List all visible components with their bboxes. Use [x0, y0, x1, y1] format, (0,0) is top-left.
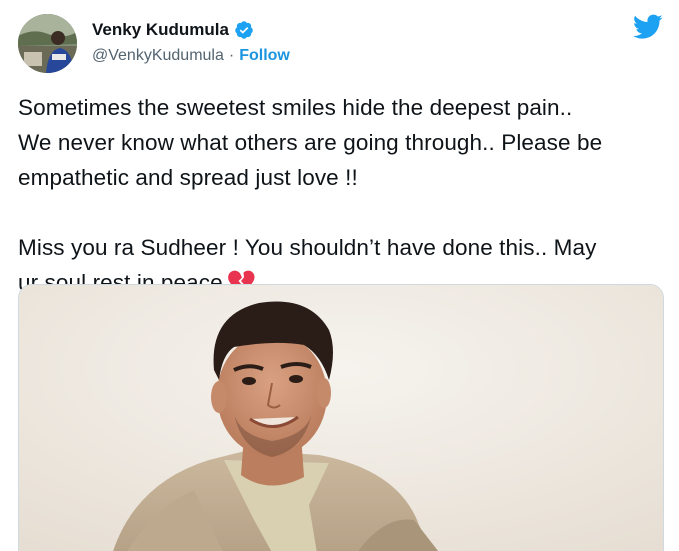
avatar-photo — [18, 14, 77, 73]
tweet-card: Venky Kudumula @VenkyKudumula · Follow S… — [0, 0, 679, 551]
twitter-bird-icon[interactable] — [633, 14, 663, 40]
tweet-header: Venky Kudumula @VenkyKudumula · Follow — [18, 14, 663, 73]
author-display-name[interactable]: Venky Kudumula — [92, 20, 229, 40]
verified-badge-icon — [234, 20, 254, 40]
tweet-text: Sometimes the sweetest smiles hide the d… — [18, 90, 668, 300]
separator-dot: · — [228, 47, 235, 64]
follow-button[interactable]: Follow — [239, 47, 290, 65]
portrait-photo — [19, 285, 663, 551]
author-handle-row: @VenkyKudumula · Follow — [92, 47, 290, 65]
tweet-paragraph-1: Sometimes the sweetest smiles hide the d… — [18, 95, 603, 190]
author-handle[interactable]: @VenkyKudumula — [92, 47, 224, 65]
author-name-row: Venky Kudumula — [92, 20, 254, 40]
tweet-media-photo[interactable] — [18, 284, 664, 551]
avatar[interactable] — [18, 14, 77, 73]
